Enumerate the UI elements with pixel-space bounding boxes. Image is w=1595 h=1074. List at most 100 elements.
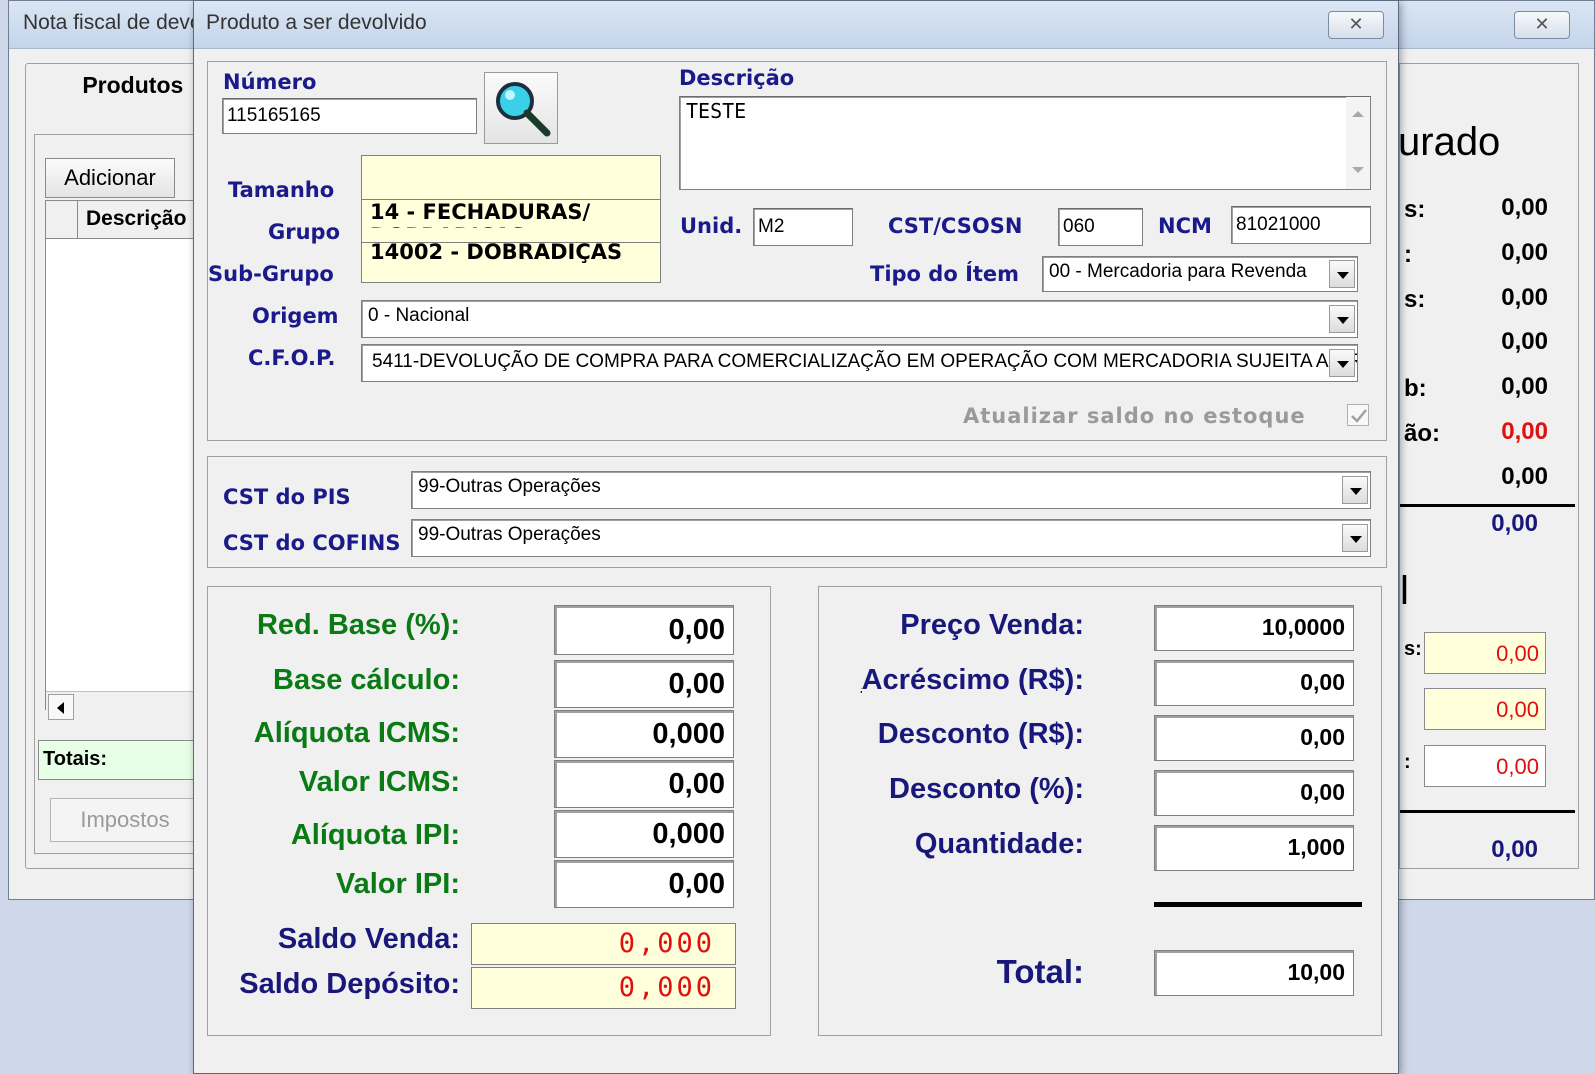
pis-select[interactable]: 99-Outras Operações	[411, 471, 1371, 509]
tipo-select[interactable]: 00 - Mercadoria para Revenda	[1042, 256, 1358, 292]
grupo-value: 14 - FECHADURAS/ DOBRADICAS	[370, 200, 591, 228]
acrescimo-text: Acréscimo (R$):	[861, 664, 1084, 696]
preco-input[interactable]: 10,0000	[1154, 605, 1354, 651]
close-icon: ✕	[1348, 14, 1364, 35]
desconto-rs-label: Desconto (R$):	[877, 718, 1084, 750]
quantidade-input[interactable]: 1,000	[1154, 825, 1354, 871]
origem-select[interactable]: 0 - Nacional	[361, 300, 1358, 338]
arrow-left-icon	[57, 702, 64, 714]
descricao-label: Descrição	[679, 66, 795, 90]
vertical-scrollbar[interactable]	[1346, 97, 1370, 189]
bg-right-value: 0,00	[1501, 373, 1548, 400]
chevron-down-icon[interactable]	[1329, 260, 1355, 288]
add-button[interactable]: Adicionar	[45, 158, 175, 198]
dialog-title-bar: Produto a ser devolvido ✕	[194, 1, 1398, 49]
bg-right-divider	[1400, 504, 1575, 507]
produto-info-group: Número 115165165 Descrição TESTE Tamanho…	[207, 61, 1387, 441]
unid-input[interactable]: M2	[753, 208, 853, 246]
impostos-group: Red. Base (%): 0,00 Base cálculo: 0,00 A…	[207, 586, 771, 1036]
chevron-down-icon[interactable]	[1329, 305, 1355, 333]
acrescimo-label: AAcréscimo (R$):	[819, 664, 1084, 697]
aliq-ipi-label: Alíquota IPI:	[290, 819, 460, 851]
unid-label: Unid.	[680, 214, 743, 238]
valor-ipi-input[interactable]: 0,00	[554, 860, 734, 908]
bg-right-total: 0,00	[1491, 510, 1538, 537]
bg-right-value: 0,00	[1501, 418, 1548, 445]
bg-lower-total: 0,00	[1491, 836, 1538, 863]
red-base-label: Red. Base (%):	[256, 609, 460, 641]
cfop-select[interactable]: 5411-DEVOLUÇÃO DE COMPRA PARA COMERCIALI…	[361, 344, 1358, 382]
checkmark-icon	[1351, 409, 1367, 423]
dialog-title: Produto a ser devolvido	[206, 11, 427, 34]
bg-right-value: 0,00	[1501, 194, 1548, 221]
acrescimo-input[interactable]: 0,00	[1154, 660, 1354, 706]
origem-label: Origem	[252, 304, 339, 328]
preco-label: Preço Venda:	[900, 609, 1084, 641]
cfop-label: C.F.O.P.	[248, 346, 336, 370]
dialog-close-button[interactable]: ✕	[1328, 11, 1384, 39]
cofins-label: CST do COFINS	[223, 531, 401, 555]
desconto-pct-input[interactable]: 0,00	[1154, 770, 1354, 816]
numero-input[interactable]: 115165165	[222, 98, 477, 134]
valor-icms-input[interactable]: 0,00	[554, 760, 734, 808]
bg-right-value: 0,00	[1501, 284, 1548, 311]
chevron-down-icon[interactable]	[1329, 349, 1355, 377]
total-divider	[1154, 902, 1362, 907]
grid-corner	[46, 201, 78, 239]
bg-lower-divider	[1400, 810, 1575, 813]
bg-right-heading: urado	[1398, 120, 1501, 164]
aliq-icms-input[interactable]: 0,000	[554, 710, 734, 758]
red-base-input[interactable]: 0,00	[554, 605, 734, 655]
origem-value: 0 - Nacional	[368, 305, 470, 326]
ncm-input[interactable]: 81021000	[1231, 206, 1371, 244]
scroll-up-icon	[1352, 111, 1364, 117]
bg-right-heading2: l	[1400, 569, 1409, 613]
bg-right-label: b:	[1404, 375, 1427, 402]
saldo-venda-label: Saldo Venda:	[277, 923, 460, 955]
bg-close-button[interactable]: ✕	[1514, 11, 1570, 39]
saldo-deposito-label: Saldo Depósito:	[239, 968, 460, 1000]
chevron-down-icon[interactable]	[1342, 476, 1368, 504]
descricao-text: TESTE	[686, 99, 747, 123]
cst-label: CST/CSOSN	[888, 214, 1023, 238]
numero-label: Número	[223, 70, 317, 94]
bg-right-label: s:	[1404, 196, 1426, 223]
desconto-rs-input[interactable]: 0,00	[1154, 715, 1354, 761]
valor-icms-label: Valor ICMS:	[298, 766, 460, 798]
atualizar-checkbox[interactable]	[1347, 404, 1369, 426]
bg-right-value: 0,00	[1501, 239, 1548, 266]
tamanho-value	[366, 158, 656, 196]
search-button[interactable]	[484, 72, 558, 144]
tab-produtos[interactable]: PProdutos	[82, 72, 184, 99]
subgrupo-value: 14002 - DOBRADIÇAS	[370, 240, 623, 264]
aliq-icms-label: Alíquota ICMS:	[253, 717, 460, 749]
desconto-pct-label: Desconto (%):	[889, 773, 1084, 805]
bg-right-label: :	[1404, 241, 1412, 268]
scroll-down-icon	[1352, 167, 1364, 173]
base-calc-input[interactable]: 0,00	[554, 660, 734, 708]
cst-input[interactable]: 060	[1058, 208, 1143, 246]
quantidade-label: Quantidade:	[914, 828, 1084, 860]
search-icon	[496, 82, 551, 137]
cofins-select[interactable]: 99-Outras Operações	[411, 519, 1371, 557]
total-label: Total:	[996, 953, 1084, 990]
impostos-button[interactable]: Impostos	[50, 798, 200, 842]
chevron-down-icon[interactable]	[1342, 524, 1368, 552]
pis-cofins-group: CST do PIS 99-Outras Operações CST do CO…	[207, 456, 1387, 568]
preco-group: Preço Venda: 10,0000 AAcréscimo (R$): 0,…	[818, 586, 1382, 1036]
saldo-venda-value: 0,000	[471, 923, 736, 965]
scroll-left-button[interactable]	[48, 694, 74, 720]
produto-dialog: Produto a ser devolvido ✕ Número 1151651…	[193, 0, 1399, 1074]
bg-lower-label: s:	[1404, 638, 1422, 660]
tipo-value: 00 - Mercadoria para Revenda	[1049, 261, 1307, 282]
aliq-ipi-input[interactable]: 0,000	[554, 810, 734, 858]
cofins-value: 99-Outras Operações	[418, 524, 601, 545]
bg-right-value: 0,00	[1501, 328, 1548, 355]
descricao-textarea[interactable]: TESTE	[679, 96, 1371, 190]
base-calc-label: Base cálculo:	[273, 664, 460, 696]
valor-ipi-label: Valor IPI:	[335, 868, 460, 900]
subgrupo-label: Sub-Grupo	[208, 262, 334, 286]
bg-lower-value: 0,00	[1424, 632, 1546, 674]
bg-lower-value: 0,00	[1424, 688, 1546, 730]
bg-right-value: 0,00	[1501, 463, 1548, 490]
